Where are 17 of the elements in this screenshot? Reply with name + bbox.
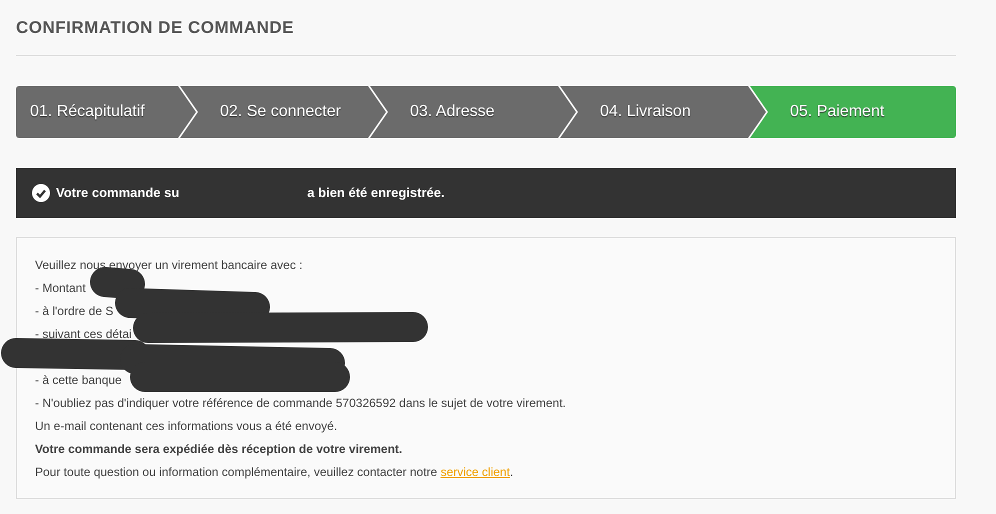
step-tab[interactable]: 01. Récapitulatif — [16, 86, 196, 138]
instruction-text: Votre commande sera expédiée dès réception de votre virement. — [35, 442, 402, 456]
banner-text: Votre commande su — [56, 184, 180, 202]
banner-text: a bien été enregistrée. — [307, 184, 445, 202]
instruction-text: - à cette banque — [35, 373, 122, 387]
instruction-text: - N'oubliez pas d'indiquer votre référence de commande 570326592 dans le sujet de votre virement. — [35, 396, 566, 410]
step-tab[interactable]: 05. Paiement — [750, 86, 956, 138]
instruction-text: Un e-mail contenant ces informations vous a été envoyé. — [35, 419, 338, 433]
instruction-text: - à l'ordre de S — [35, 304, 114, 318]
instruction-text: Pour toute question ou information complémentaire, veuillez contacter notre service client. — [35, 465, 514, 479]
step-tab[interactable]: 03. Adresse — [370, 86, 576, 138]
page-title: CONFIRMATION DE COMMANDE — [16, 18, 294, 38]
instruction-text: - suivant ces détai — [35, 327, 132, 341]
check-circle-icon — [32, 184, 50, 202]
instruction-text: - Montant — [35, 281, 86, 295]
step-tab[interactable]: 02. Se connecter — [180, 86, 386, 138]
step-tab[interactable]: 04. Livraison — [560, 86, 766, 138]
